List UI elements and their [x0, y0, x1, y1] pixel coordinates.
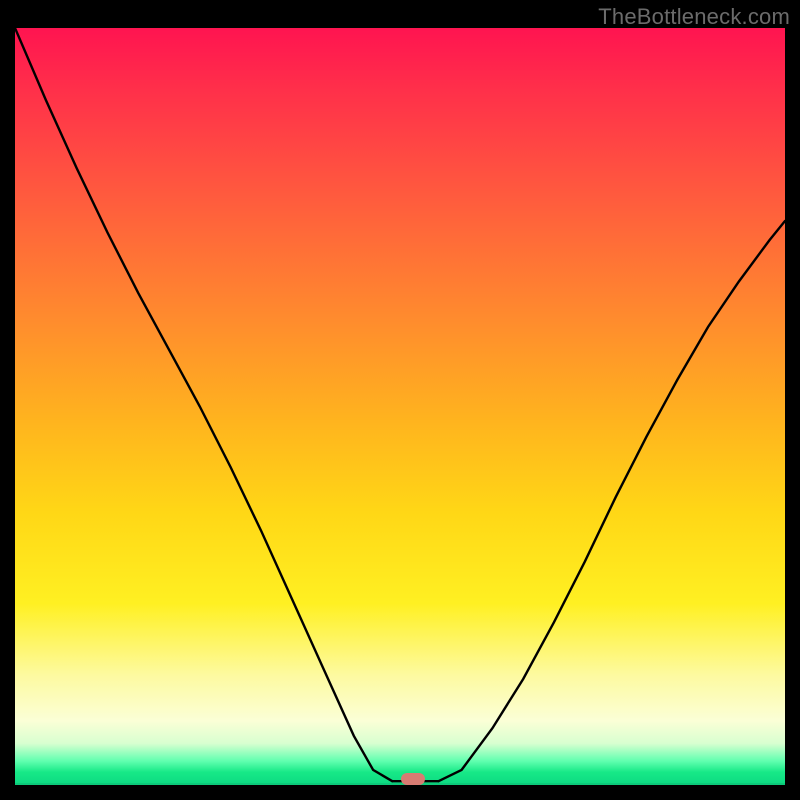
curve-left-path	[15, 28, 392, 781]
plot-area	[15, 28, 785, 785]
bottleneck-curve	[15, 28, 785, 785]
baseline	[15, 783, 785, 785]
chart-frame: TheBottleneck.com	[0, 0, 800, 800]
watermark-text: TheBottleneck.com	[598, 4, 790, 30]
optimal-marker	[401, 773, 425, 785]
curve-right-path	[439, 221, 786, 781]
